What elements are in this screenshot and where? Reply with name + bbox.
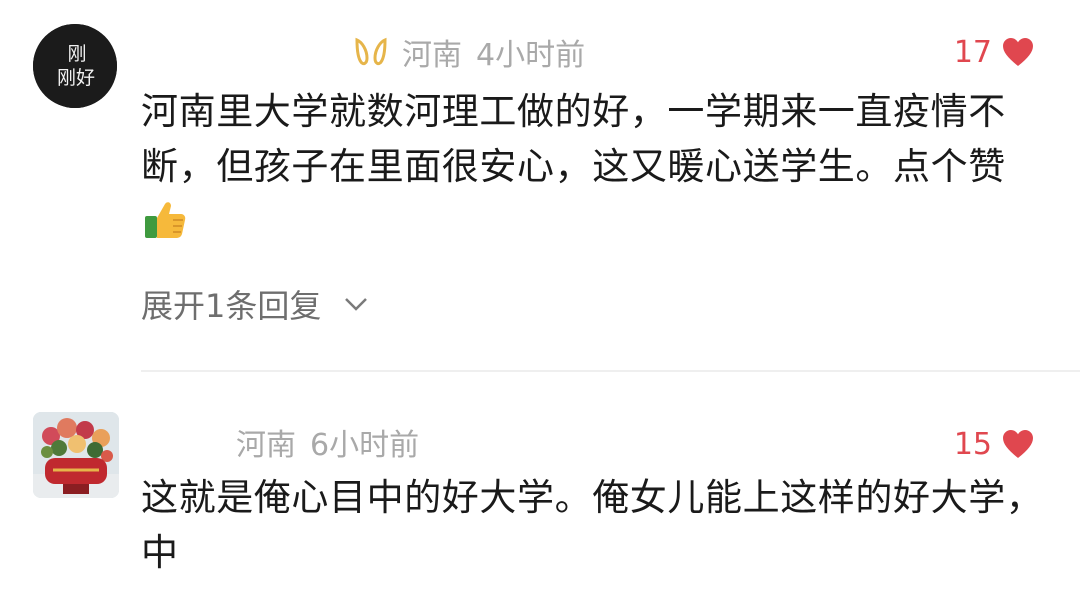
comment-meta: 河南 4小时前 <box>354 32 586 73</box>
comment-time: 6小时前 <box>310 428 420 463</box>
comment-item: 刚 刚好 河南 4小时前 17 河南里大学就数河理工做的好，一学期来一直疫情不断… <box>0 0 1080 372</box>
comment-text-content: 这就是俺心目中的好大学。俺女儿能上这样的好大学，中 <box>141 476 1044 574</box>
comment-text: 这就是俺心目中的好大学。俺女儿能上这样的好大学，中 <box>141 470 1051 580</box>
heart-icon <box>1003 38 1033 66</box>
comment-text-content: 河南里大学就数河理工做的好，一学期来一直疫情不断，但孩子在里面很安心，这又暖心送… <box>141 90 1006 188</box>
avatar-text-line2: 刚好 <box>57 67 95 89</box>
gold-badge-icon <box>355 37 387 66</box>
like-count: 17 <box>953 34 992 70</box>
comment-text: 河南里大学就数河理工做的好，一学期来一直疫情不断，但孩子在里面很安心，这又暖心送… <box>141 84 1051 249</box>
like-count: 15 <box>953 426 992 462</box>
heart-icon <box>1003 430 1033 458</box>
avatar-image: 刚 刚好 <box>33 24 117 108</box>
avatar[interactable] <box>33 412 119 498</box>
comment-item: 河南 6小时前 15 这就是俺心目中的好大学。俺女儿能上这样的好大学，中 <box>0 372 1080 616</box>
comment-time: 4小时前 <box>476 38 586 73</box>
avatar[interactable]: 刚 刚好 <box>33 24 117 108</box>
comment-location: 河南 <box>402 38 462 73</box>
comment-location: 河南 <box>236 428 296 463</box>
like-button[interactable]: 17 <box>954 32 1034 72</box>
avatar-image <box>33 412 119 498</box>
expand-replies-button[interactable]: 展开1条回复 <box>141 280 369 328</box>
thumbs-up-emoji <box>145 202 186 238</box>
expand-replies-label: 展开1条回复 <box>141 287 322 325</box>
chevron-down-icon <box>345 298 368 311</box>
like-button[interactable]: 15 <box>954 424 1034 464</box>
comment-meta: 河南 6小时前 <box>236 422 420 463</box>
avatar-text-line1: 刚 <box>67 43 86 65</box>
